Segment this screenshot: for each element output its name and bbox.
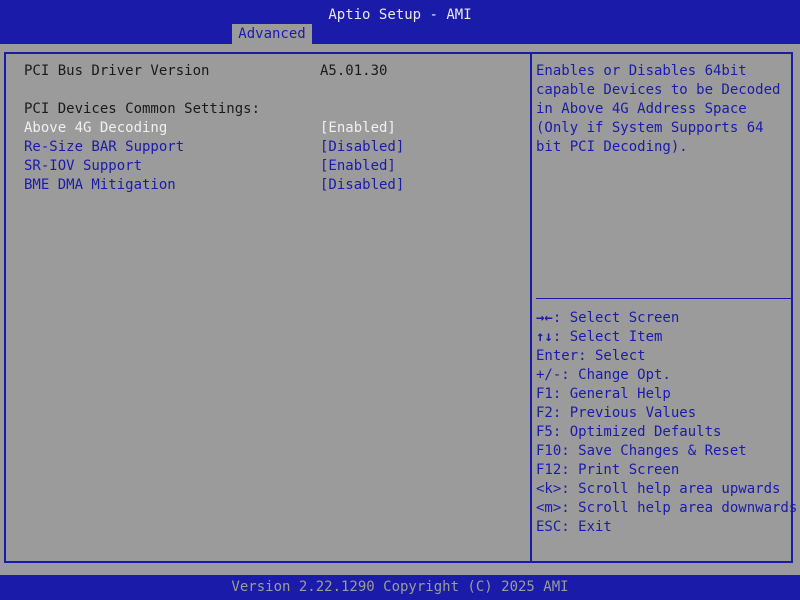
help-text-line: bit PCI Decoding).: [536, 139, 688, 155]
key-hint-f12: F12: Print Screen: [536, 462, 680, 478]
key-hint-select-screen: →←: Select Screen: [536, 310, 680, 326]
key-hint-f1: F1: General Help: [536, 386, 671, 402]
key-hint-select-item: ↑↓: Select Item: [536, 329, 663, 345]
tab-advanced[interactable]: Advanced: [232, 24, 312, 44]
setting-above-4g-label[interactable]: Above 4G Decoding: [24, 119, 167, 138]
help-text-line: in Above 4G Address Space: [536, 101, 747, 117]
setting-resize-bar-value[interactable]: [Disabled]: [320, 138, 404, 157]
key-hint-f2: F2: Previous Values: [536, 405, 697, 421]
key-hint-esc: ESC: Exit: [536, 519, 612, 535]
panel-divider: [530, 52, 532, 563]
key-hint-scroll-down: <m>: Scroll help area downwards: [536, 500, 798, 516]
footer-bar: Version 2.22.1290 Copyright (C) 2025 AMI: [0, 575, 800, 600]
driver-version-value: A5.01.30: [320, 63, 388, 79]
key-hint-f10: F10: Save Changes & Reset: [536, 443, 747, 459]
setting-sriov-value[interactable]: [Enabled]: [320, 157, 396, 176]
key-hint-change-opt: +/-: Change Opt.: [536, 367, 671, 383]
left-right-arrows-icon: →←: [536, 310, 553, 326]
help-text-line: capable Devices to be Decoded: [536, 82, 781, 98]
app-title: Aptio Setup - AMI: [328, 7, 472, 23]
setting-sriov-label[interactable]: SR-IOV Support: [24, 157, 142, 176]
help-divider: [536, 298, 792, 299]
driver-version-label: PCI Bus Driver Version: [24, 63, 210, 79]
setting-resize-bar-label[interactable]: Re-Size BAR Support: [24, 138, 184, 157]
key-hint-scroll-up: <k>: Scroll help area upwards: [536, 481, 781, 497]
title-bar: Aptio Setup - AMI Advanced: [0, 0, 800, 44]
help-text-line: Enables or Disables 64bit: [536, 63, 747, 79]
key-hint-f5: F5: Optimized Defaults: [536, 424, 722, 440]
setting-bme-dma-label[interactable]: BME DMA Mitigation: [24, 176, 176, 195]
key-hint-enter: Enter: Select: [536, 348, 646, 364]
help-text-line: (Only if System Supports 64: [536, 120, 764, 136]
up-down-arrows-icon: ↑↓: [536, 329, 553, 345]
version-text: Version 2.22.1290 Copyright (C) 2025 AMI: [231, 579, 569, 595]
setting-bme-dma-value[interactable]: [Disabled]: [320, 176, 404, 195]
section-heading: PCI Devices Common Settings:: [24, 101, 261, 117]
setting-above-4g-value[interactable]: [Enabled]: [320, 119, 396, 138]
bios-screen: Aptio Setup - AMI Advanced PCI Bus Drive…: [0, 0, 800, 600]
